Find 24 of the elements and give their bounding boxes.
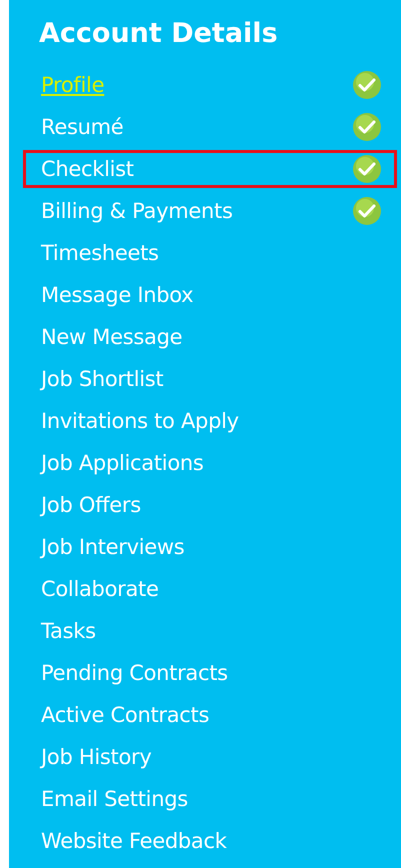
menu-link[interactable]: Job Shortlist xyxy=(41,367,164,391)
checkmark-icon xyxy=(352,112,382,142)
menu-link[interactable]: Timesheets xyxy=(41,241,159,265)
checkmark-icon xyxy=(352,154,382,184)
menu-link[interactable]: Job Applications xyxy=(41,451,204,475)
menu-link[interactable]: Message Inbox xyxy=(41,283,194,307)
menu-link[interactable]: Checklist xyxy=(41,157,134,181)
menu-link[interactable]: Profile xyxy=(41,73,104,97)
menu-link[interactable]: Active Contracts xyxy=(41,703,210,727)
menu-link[interactable]: New Message xyxy=(41,325,182,349)
menu-link[interactable]: Job Interviews xyxy=(41,535,184,559)
menu-link[interactable]: Pending Contracts xyxy=(41,661,228,685)
checkmark-icon xyxy=(352,70,382,100)
menu-link[interactable]: Resumé xyxy=(41,115,124,139)
menu-link[interactable]: Billing & Payments xyxy=(41,199,233,223)
checkmark-icon xyxy=(352,196,382,226)
menu-link[interactable]: Website Feedback xyxy=(41,829,227,853)
sidebar-title: Account Details xyxy=(39,17,279,51)
menu-link[interactable]: Invitations to Apply xyxy=(41,409,239,433)
menu-link[interactable]: Collaborate xyxy=(41,577,159,601)
menu-link[interactable]: Job History xyxy=(41,745,152,769)
menu-link[interactable]: Tasks xyxy=(41,619,96,643)
menu-link[interactable]: Job Offers xyxy=(41,493,141,517)
menu-link[interactable]: Email Settings xyxy=(41,787,188,811)
